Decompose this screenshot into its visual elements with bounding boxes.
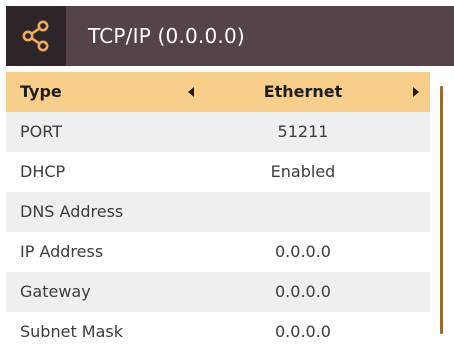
list-item-label: DHCP bbox=[20, 162, 66, 181]
list-item-value: 0.0.0.0 bbox=[275, 282, 331, 301]
list-item-label: Type bbox=[20, 82, 62, 101]
share-icon bbox=[22, 20, 49, 52]
list-item-label: DNS Address bbox=[20, 202, 124, 221]
page-title: TCP/IP (0.0.0.0) bbox=[88, 24, 245, 48]
settings-list: Type Ethernet PORT 51211 DHCP Enabled DN… bbox=[6, 72, 430, 345]
list-item-ip-address[interactable]: IP Address 0.0.0.0 bbox=[6, 232, 430, 272]
list-item-gateway[interactable]: Gateway 0.0.0.0 bbox=[6, 272, 430, 312]
list-item-port[interactable]: PORT 51211 bbox=[6, 112, 430, 152]
share-button[interactable] bbox=[6, 6, 66, 66]
list-item-value: 0.0.0.0 bbox=[275, 322, 331, 341]
header-bar: TCP/IP (0.0.0.0) bbox=[6, 6, 454, 66]
arrow-right-icon[interactable] bbox=[413, 87, 419, 97]
tcpip-settings-screen: TCP/IP (0.0.0.0) Type Ethernet PORT 5121… bbox=[0, 0, 454, 345]
list-item-dns-address[interactable]: DNS Address bbox=[6, 192, 430, 232]
list-item-label: PORT bbox=[20, 122, 62, 141]
list-item-dhcp[interactable]: DHCP Enabled bbox=[6, 152, 430, 192]
list-item-label: Gateway bbox=[20, 282, 91, 301]
list-item-value: Enabled bbox=[270, 162, 336, 181]
list-item-label: Subnet Mask bbox=[20, 322, 124, 341]
list-item-value: 0.0.0.0 bbox=[275, 242, 331, 261]
list-item-type[interactable]: Type Ethernet bbox=[6, 72, 430, 112]
list-item-value: 51211 bbox=[277, 122, 329, 141]
list-item-value: Ethernet bbox=[263, 82, 343, 101]
scrollbar-thumb[interactable] bbox=[440, 86, 443, 334]
arrow-left-icon[interactable] bbox=[188, 87, 194, 97]
list-item-subnet-mask[interactable]: Subnet Mask 0.0.0.0 bbox=[6, 312, 430, 345]
list-item-label: IP Address bbox=[20, 242, 104, 261]
